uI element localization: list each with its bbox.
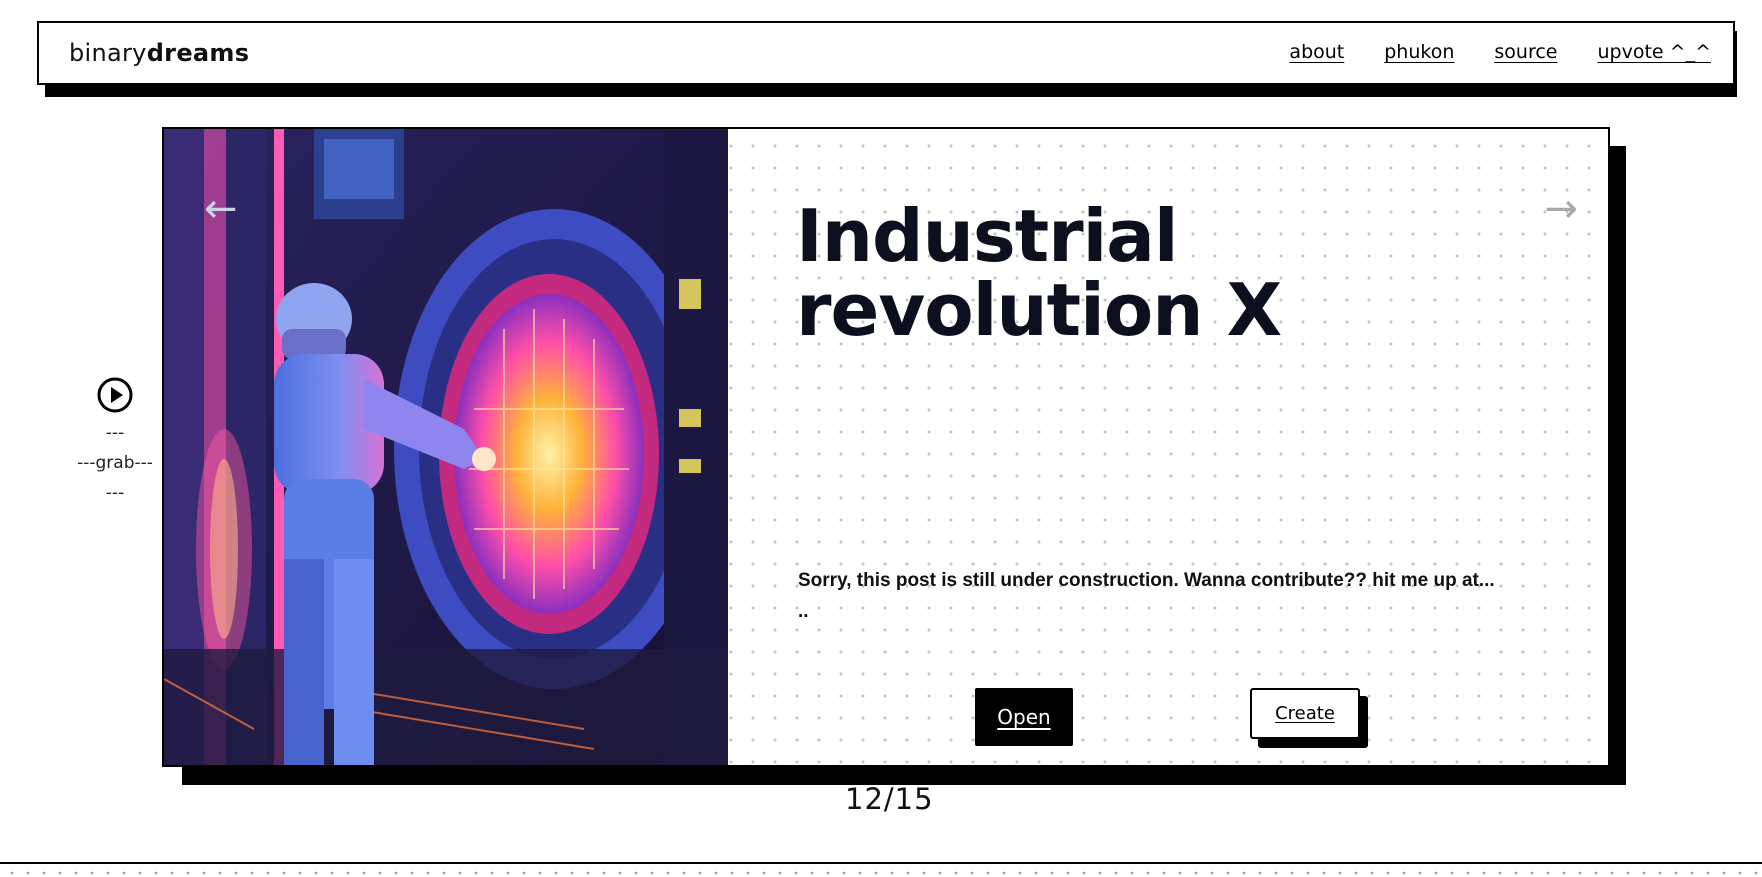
post-title-line-1: Industrial [796, 194, 1179, 278]
post-excerpt-line-2: .. [798, 601, 809, 622]
post-card: ← → Industrial revolution X Sorry, this … [162, 127, 1610, 767]
logo-text-bold: dreams [146, 39, 250, 67]
post-image [164, 129, 728, 765]
nav-link-source[interactable]: source [1494, 41, 1557, 63]
grab-line-top: --- [105, 423, 125, 443]
industrial-worker-portal-image [164, 129, 728, 765]
play-circle-icon[interactable] [96, 376, 134, 414]
post-title-line-2: revolution X [796, 268, 1282, 352]
grab-handle[interactable]: --- ---grab--- --- [60, 376, 170, 508]
post-excerpt: Sorry, this post is still under construc… [798, 565, 1548, 627]
footer-divider [0, 862, 1762, 864]
grab-label: ---grab--- [77, 453, 153, 473]
post-excerpt-line-1: Sorry, this post is still under construc… [798, 570, 1495, 591]
footer-dot-pattern [0, 866, 1762, 877]
open-button[interactable]: Open [975, 688, 1073, 746]
next-arrow-icon[interactable]: → [1544, 189, 1578, 229]
main-nav: about phukon source upvote ^_^ [1289, 41, 1711, 63]
nav-link-phukon[interactable]: phukon [1384, 41, 1454, 63]
nav-link-about[interactable]: about [1289, 41, 1344, 63]
post-title: Industrial revolution X [796, 194, 1282, 352]
site-logo[interactable]: binarydreams [69, 39, 249, 67]
site-header: binarydreams about phukon source upvote … [37, 21, 1735, 85]
grab-line-bottom: --- [105, 483, 125, 503]
create-button[interactable]: Create [1250, 688, 1360, 739]
slide-counter: 12/15 [845, 782, 934, 816]
nav-link-upvote[interactable]: upvote ^_^ [1598, 41, 1712, 63]
logo-text-light: binary [69, 39, 147, 67]
prev-arrow-icon[interactable]: ← [204, 189, 238, 229]
